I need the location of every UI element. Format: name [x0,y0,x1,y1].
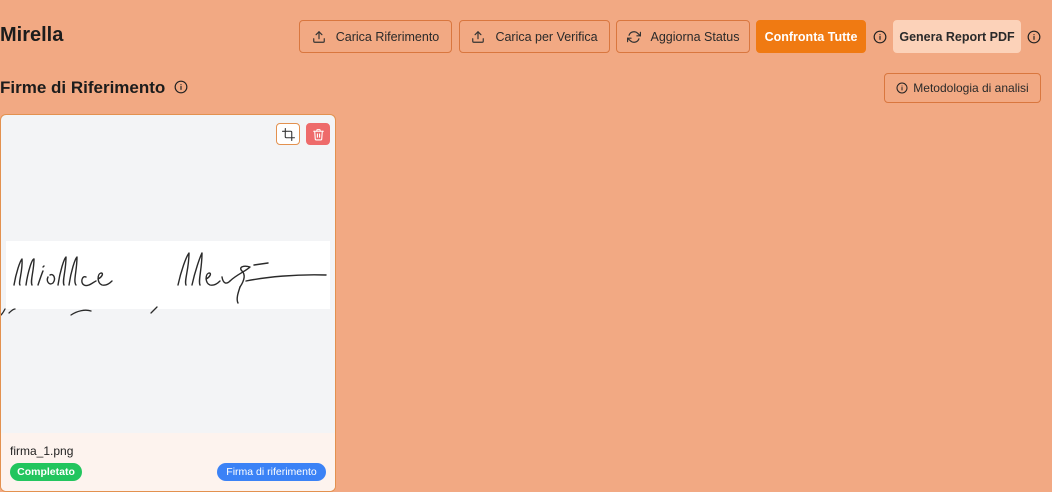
delete-button[interactable] [306,123,330,145]
generate-pdf-button[interactable]: Genera Report PDF [893,20,1021,53]
info-icon [896,82,908,94]
type-badge: Firma di riferimento [217,463,326,481]
generate-pdf-label: Genera Report PDF [899,29,1015,44]
refresh-icon [626,30,641,43]
section-title: Firme di Riferimento [0,78,166,97]
methodology-button[interactable]: Metodologia di analisi [884,73,1041,103]
methodology-label: Metodologia di analisi [913,81,1029,95]
status-badge: Completato [10,463,82,481]
upload-icon [312,30,325,43]
info-icon[interactable] [174,80,188,94]
crop-icon [281,127,295,141]
signature-image [6,241,330,309]
trash-icon [312,128,324,140]
filename: firma_1.png [10,444,74,458]
section-header: Firme di Riferimento [0,78,188,98]
upload-verify-label: Carica per Verifica [495,29,598,44]
upload-verify-button[interactable]: Carica per Verifica [459,20,610,53]
crop-button[interactable] [276,123,300,145]
signature-overflow-strokes [1,306,158,316]
card-footer: firma_1.png Completato Firma di riferime… [1,433,335,491]
signature-drawing [13,252,327,304]
page-title: Mirella [0,24,64,46]
refresh-status-button[interactable]: Aggiorna Status [616,20,750,53]
refresh-status-label: Aggiorna Status [650,29,740,44]
upload-icon [472,30,485,43]
signature-card[interactable]: firma_1.png Completato Firma di riferime… [0,114,336,492]
upload-reference-button[interactable]: Carica Riferimento [299,20,452,53]
compare-all-button[interactable]: Confronta Tutte [756,20,866,53]
info-icon[interactable] [1027,30,1041,44]
upload-reference-label: Carica Riferimento [335,29,440,44]
info-icon[interactable] [873,30,887,44]
compare-all-label: Confronta Tutte [764,29,858,44]
